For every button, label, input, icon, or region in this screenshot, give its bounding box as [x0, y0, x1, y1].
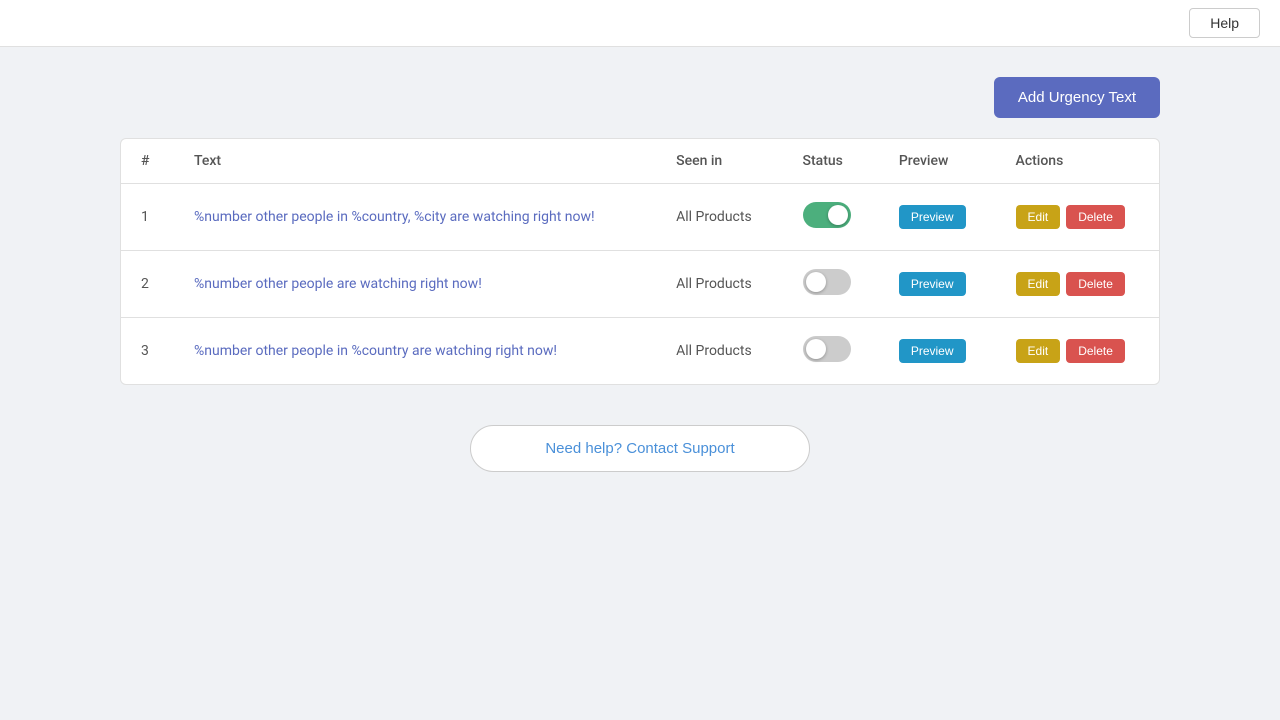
- edit-button[interactable]: Edit: [1016, 272, 1061, 296]
- table-row: 1 %number other people in %country, %cit…: [121, 184, 1159, 251]
- status-toggle[interactable]: [803, 269, 851, 295]
- edit-button[interactable]: Edit: [1016, 339, 1061, 363]
- actions-group: Edit Delete: [1016, 339, 1139, 363]
- row-status[interactable]: [783, 184, 879, 251]
- row-index: 3: [121, 318, 174, 385]
- row-actions-cell: Edit Delete: [996, 184, 1159, 251]
- row-preview-cell: Preview: [879, 184, 996, 251]
- actions-group: Edit Delete: [1016, 205, 1139, 229]
- toggle-knob: [828, 205, 848, 225]
- col-preview: Preview: [879, 139, 996, 184]
- col-actions: Actions: [996, 139, 1159, 184]
- status-toggle[interactable]: [803, 202, 851, 228]
- row-preview-cell: Preview: [879, 318, 996, 385]
- toolbar: Add Urgency Text: [120, 77, 1160, 118]
- row-status[interactable]: [783, 251, 879, 318]
- toggle-knob: [806, 272, 826, 292]
- toggle-knob: [806, 339, 826, 359]
- col-seen-in: Seen in: [656, 139, 782, 184]
- delete-button[interactable]: Delete: [1066, 339, 1125, 363]
- help-button[interactable]: Help: [1189, 8, 1260, 38]
- row-text: %number other people in %country, %city …: [174, 184, 656, 251]
- add-urgency-button[interactable]: Add Urgency Text: [994, 77, 1160, 118]
- row-preview-cell: Preview: [879, 251, 996, 318]
- status-toggle[interactable]: [803, 336, 851, 362]
- row-index: 1: [121, 184, 174, 251]
- col-hash: #: [121, 139, 174, 184]
- row-seen-in: All Products: [656, 251, 782, 318]
- row-index: 2: [121, 251, 174, 318]
- row-text: %number other people in %country are wat…: [174, 318, 656, 385]
- delete-button[interactable]: Delete: [1066, 272, 1125, 296]
- delete-button[interactable]: Delete: [1066, 205, 1125, 229]
- urgency-table: # Text Seen in Status Preview Actions 1 …: [121, 139, 1159, 384]
- row-seen-in: All Products: [656, 318, 782, 385]
- row-actions-cell: Edit Delete: [996, 251, 1159, 318]
- table-row: 2 %number other people are watching righ…: [121, 251, 1159, 318]
- col-text: Text: [174, 139, 656, 184]
- row-text: %number other people are watching right …: [174, 251, 656, 318]
- contact-support-button[interactable]: Need help? Contact Support: [470, 425, 810, 472]
- preview-button[interactable]: Preview: [899, 272, 966, 296]
- row-actions-cell: Edit Delete: [996, 318, 1159, 385]
- header: Help: [0, 0, 1280, 47]
- actions-group: Edit Delete: [1016, 272, 1139, 296]
- row-seen-in: All Products: [656, 184, 782, 251]
- edit-button[interactable]: Edit: [1016, 205, 1061, 229]
- preview-button[interactable]: Preview: [899, 339, 966, 363]
- table-container: # Text Seen in Status Preview Actions 1 …: [120, 138, 1160, 385]
- table-header-row: # Text Seen in Status Preview Actions: [121, 139, 1159, 184]
- table-row: 3 %number other people in %country are w…: [121, 318, 1159, 385]
- row-status[interactable]: [783, 318, 879, 385]
- preview-button[interactable]: Preview: [899, 205, 966, 229]
- main-content: Add Urgency Text # Text Seen in Status P…: [0, 47, 1280, 502]
- col-status: Status: [783, 139, 879, 184]
